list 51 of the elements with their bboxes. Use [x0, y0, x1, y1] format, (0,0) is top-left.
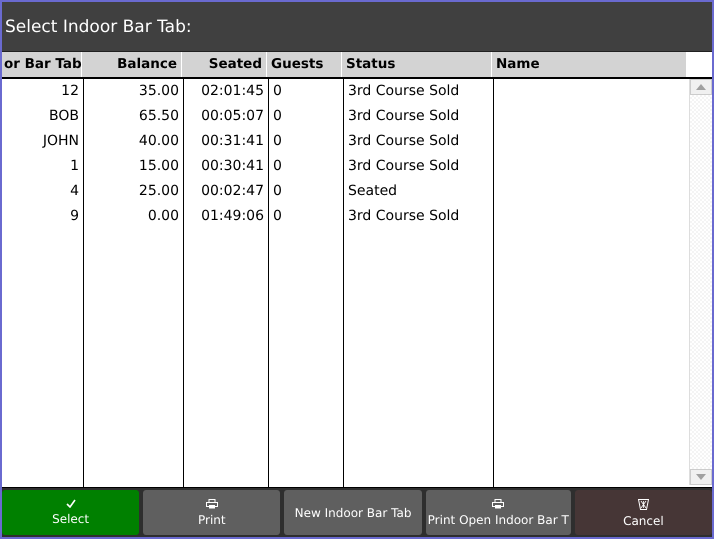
table-cell: 0	[273, 108, 282, 124]
column-header[interactable]: Name	[492, 52, 687, 77]
column-header[interactable]: Seated	[182, 52, 267, 77]
table-cell: 25.00	[138, 183, 179, 199]
checkmark-icon	[66, 499, 76, 508]
table-cell: 3rd Course Sold	[348, 83, 460, 99]
table-cell: 0	[273, 183, 282, 199]
scrollbar[interactable]	[689, 79, 712, 485]
table-cell: 9	[70, 208, 79, 224]
table-cell: 0	[273, 133, 282, 149]
table-cell: 00:31:41	[201, 133, 264, 149]
up-arrow-icon	[696, 84, 706, 90]
down-arrow-icon	[696, 474, 706, 480]
table-cell: 0	[273, 83, 282, 99]
table-cell: 12	[61, 83, 79, 99]
printer-icon	[492, 498, 504, 508]
table-cell: 0.00	[148, 208, 179, 224]
column-header[interactable]: Guests	[267, 52, 342, 77]
table-cell: 00:05:07	[201, 108, 264, 124]
table-cell: 35.00	[138, 83, 179, 99]
table-cell: 15.00	[138, 158, 179, 174]
column-header[interactable]: or Bar Tab	[2, 52, 82, 77]
table-cell: 0	[273, 208, 282, 224]
table-cell: 3rd Course Sold	[348, 108, 460, 124]
trash-icon	[638, 498, 649, 510]
column-header[interactable]: Balance	[82, 52, 182, 77]
action-button[interactable]: Select	[2, 490, 140, 535]
table-cell: BOB	[49, 108, 79, 124]
table-cell: Seated	[348, 183, 398, 199]
action-button[interactable]: Print Open Indoor Bar T	[426, 490, 571, 535]
table-cell: JOHN	[42, 133, 79, 149]
table-cell: 00:02:47	[201, 183, 264, 199]
table-cell: 01:49:06	[201, 208, 264, 224]
table-cell: 3rd Course Sold	[348, 133, 460, 149]
printer-icon	[206, 498, 218, 508]
column-header[interactable]: Status	[342, 52, 492, 77]
scroll-up-button[interactable]	[690, 79, 712, 95]
action-button[interactable]: New Indoor Bar Tab	[284, 490, 422, 535]
window-title: Select Indoor Bar Tab:	[5, 16, 192, 36]
table-cell: 3rd Course Sold	[348, 158, 460, 174]
table-cell: 40.00	[138, 133, 179, 149]
table-cell: 0	[273, 158, 282, 174]
action-button[interactable]: Print	[143, 490, 280, 535]
table-cell: 3rd Course Sold	[348, 208, 460, 224]
table-cell: 1	[70, 158, 79, 174]
table-cell: 65.50	[138, 108, 179, 124]
scroll-down-button[interactable]	[690, 469, 712, 485]
table-cell: 00:30:41	[201, 158, 264, 174]
table-cell: 4	[70, 183, 79, 199]
table-cell: 02:01:45	[201, 83, 264, 99]
action-button[interactable]: Cancel	[574, 490, 712, 535]
